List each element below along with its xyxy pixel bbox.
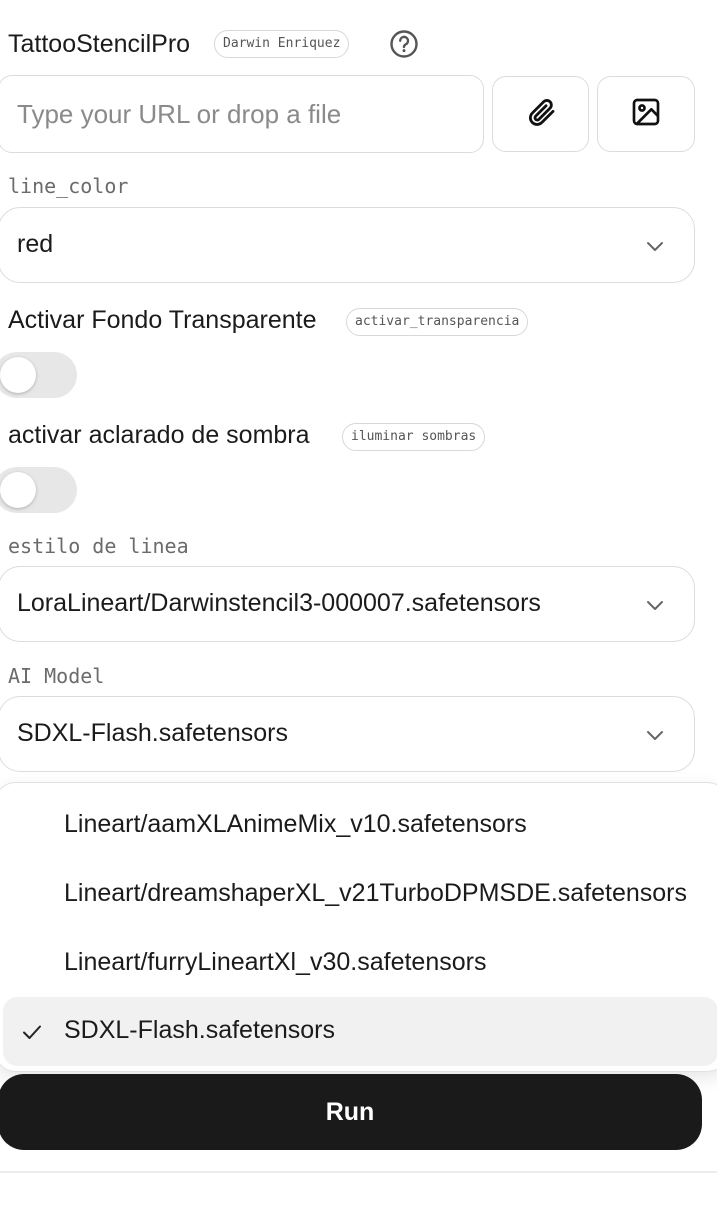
transparency-param-badge: activar_transparencia xyxy=(346,308,529,336)
transparency-toggle[interactable] xyxy=(0,352,77,398)
author-badge: Darwin Enriquez xyxy=(214,30,350,58)
toggle-knob xyxy=(0,357,36,393)
dropdown-option[interactable]: Lineart/dreamshaperXL_v21TurboDPMSDE.saf… xyxy=(0,860,717,929)
ai-model-value: SDXL-Flash.safetensors xyxy=(17,719,288,747)
check-icon xyxy=(21,1021,43,1043)
dropdown-option[interactable]: Lineart/aamXLAnimeMix_v10.safetensors xyxy=(0,791,717,860)
line-style-select[interactable]: LoraLineart/Darwinstencil3-000007.safete… xyxy=(0,566,695,642)
line-style-value: LoraLineart/Darwinstencil3-000007.safete… xyxy=(17,589,541,617)
ai-model-dropdown: Lineart/aamXLAnimeMix_v10.safetensors Li… xyxy=(0,782,717,1072)
shadow-param-badge: iluminar sombras xyxy=(342,423,486,451)
image-icon xyxy=(630,96,662,133)
line-color-select[interactable]: red xyxy=(0,207,695,283)
line-color-label: line_color xyxy=(8,174,129,198)
chevron-down-icon xyxy=(644,594,666,616)
option-label: Lineart/dreamshaperXL_v21TurboDPMSDE.saf… xyxy=(64,879,687,907)
line-color-value: red xyxy=(17,230,54,258)
run-button[interactable]: Run xyxy=(0,1074,702,1150)
url-input-container xyxy=(0,75,484,153)
dropdown-option[interactable]: Lineart/furryLineartXl_v30.safetensors xyxy=(0,929,717,998)
chevron-down-icon xyxy=(644,235,666,257)
attach-file-button[interactable] xyxy=(492,76,589,152)
option-label: SDXL-Flash.safetensors xyxy=(64,1016,335,1044)
line-style-label: estilo de linea xyxy=(8,534,189,558)
option-label: Lineart/aamXLAnimeMix_v10.safetensors xyxy=(64,810,527,838)
shadow-label: activar aclarado de sombra xyxy=(8,421,310,449)
panel-divider xyxy=(0,1171,717,1173)
url-input[interactable] xyxy=(17,76,477,152)
ai-model-select[interactable]: SDXL-Flash.safetensors xyxy=(0,696,695,772)
toggle-knob xyxy=(0,472,36,508)
ai-model-label: AI Model xyxy=(8,664,105,688)
option-label: Lineart/furryLineartXl_v30.safetensors xyxy=(64,948,487,976)
dropdown-option-selected[interactable]: SDXL-Flash.safetensors xyxy=(3,997,717,1066)
upload-image-button[interactable] xyxy=(597,76,695,152)
transparency-label: Activar Fondo Transparente xyxy=(8,306,317,334)
app-title: TattooStencilPro xyxy=(8,30,191,58)
paperclip-icon xyxy=(525,96,557,133)
shadow-toggle[interactable] xyxy=(0,467,77,513)
question-circle-icon[interactable] xyxy=(389,29,419,59)
chevron-down-icon xyxy=(644,724,666,746)
